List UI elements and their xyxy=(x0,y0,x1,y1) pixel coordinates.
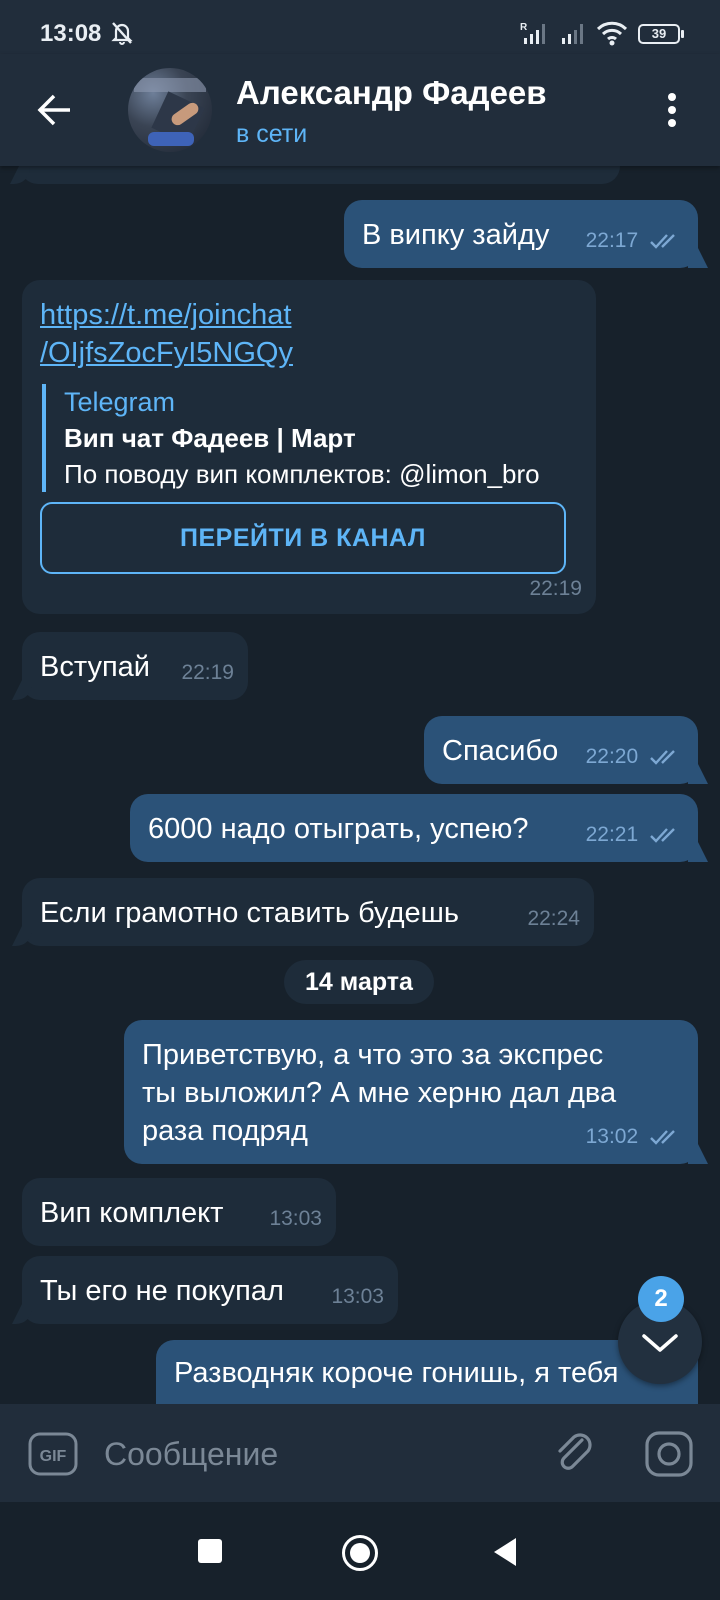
double-check-icon xyxy=(650,1130,675,1146)
double-check-icon xyxy=(650,234,675,250)
wifi-icon xyxy=(596,21,628,46)
message-time: 22:24 xyxy=(527,907,580,930)
message-text: Приветствую, а что это за экспрес ты выл… xyxy=(142,1039,617,1147)
system-nav-bar xyxy=(0,1502,720,1600)
camera-icon[interactable] xyxy=(644,1430,694,1478)
message-text: Разводняк короче гонишь, я тебя xyxy=(174,1357,619,1389)
message-bubble-outgoing[interactable]: Разводняк короче гонишь, я тебя xyxy=(156,1340,698,1404)
open-channel-button[interactable]: ПЕРЕЙТИ В КАНАЛ xyxy=(40,502,566,574)
signal-roaming-icon: R xyxy=(520,22,545,44)
message-bubble-incoming[interactable]: 22:15 xyxy=(20,166,620,184)
message-text: Спасибо xyxy=(442,735,559,767)
attach-icon[interactable] xyxy=(552,1430,598,1478)
recents-button[interactable] xyxy=(198,1539,222,1563)
message-bubble-incoming[interactable]: Ты его не покупал 13:03 xyxy=(22,1256,398,1324)
message-list[interactable]: 22:15 В випку зайду 22:17 https://t.me/j… xyxy=(0,166,720,1404)
contact-avatar[interactable] xyxy=(128,68,212,152)
message-time: 22:20 xyxy=(585,745,639,768)
message-time: 13:03 xyxy=(331,1285,384,1308)
message-bubble-incoming[interactable]: Вступай 22:19 xyxy=(22,632,248,700)
gif-label: GIF xyxy=(40,1448,67,1465)
chat-header: Александр Фадеев в сети xyxy=(0,54,720,166)
message-meta: 22:20 xyxy=(586,738,682,776)
message-input-bar: GIF Сообщение xyxy=(0,1404,720,1502)
message-text: Ты его не покупал xyxy=(40,1275,284,1307)
message-time: 22:21 xyxy=(585,823,639,846)
unread-count-badge: 2 xyxy=(638,1276,684,1322)
message-text: Если грамотно ставить будешь xyxy=(40,897,460,929)
message-text: 6000 надо отыграть, успею? xyxy=(148,813,529,845)
back-arrow-icon[interactable] xyxy=(36,90,76,130)
battery-indicator: 39 xyxy=(638,24,684,44)
message-meta: 13:02 xyxy=(586,1118,682,1156)
message-time: 22:15 xyxy=(545,166,598,178)
gif-icon[interactable]: GIF xyxy=(28,1432,78,1476)
message-meta: 22:21 xyxy=(586,816,682,854)
preview-description: По поводу вип комплектов: @limon_bro xyxy=(64,459,540,489)
message-time: 13:03 xyxy=(269,1207,322,1230)
clock: 13:08 xyxy=(40,20,102,47)
message-meta: 22:17 xyxy=(586,222,682,260)
more-options-icon[interactable] xyxy=(656,90,688,130)
message-bubble-link[interactable]: https://t.me/joinchat /OIjfsZocFyI5NGQy … xyxy=(22,280,596,614)
back-button[interactable] xyxy=(494,1538,516,1566)
link-preview[interactable]: Telegram Вип чат Фадеев | Март По поводу… xyxy=(42,384,562,492)
message-text: Вип комплект xyxy=(40,1197,224,1229)
message-bubble-outgoing[interactable]: В випку зайду 22:17 xyxy=(344,200,698,268)
message-bubble-outgoing[interactable]: Приветствую, а что это за экспрес ты выл… xyxy=(124,1020,698,1164)
notifications-muted-icon xyxy=(111,22,133,45)
message-time: 22:19 xyxy=(529,577,582,600)
message-text: В випку зайду xyxy=(362,219,550,251)
message-time: 13:02 xyxy=(585,1125,639,1148)
date-separator: 14 марта xyxy=(284,960,434,1004)
message-text: Вступай xyxy=(40,651,150,683)
contact-name[interactable]: Александр Фадеев xyxy=(236,74,547,112)
invite-link[interactable]: https://t.me/joinchat /OIjfsZocFyI5NGQy xyxy=(40,296,293,372)
message-bubble-outgoing[interactable]: Спасибо 22:20 xyxy=(424,716,698,784)
signal-icon xyxy=(562,24,583,44)
message-time: 22:17 xyxy=(585,229,639,252)
message-bubble-incoming[interactable]: Если грамотно ставить будешь 22:24 xyxy=(22,878,594,946)
message-bubble-outgoing[interactable]: 6000 надо отыграть, успею? 22:21 xyxy=(130,794,698,862)
preview-title: Вип чат Фадеев | Март xyxy=(64,423,356,453)
status-bar: 13:08 R 39 xyxy=(0,0,720,54)
contact-status: в сети xyxy=(236,120,308,148)
double-check-icon xyxy=(650,750,675,766)
preview-site: Telegram xyxy=(64,387,176,417)
message-time: 22:19 xyxy=(181,661,234,684)
roaming-label: R xyxy=(520,22,528,33)
home-button[interactable] xyxy=(342,1535,378,1571)
message-bubble-incoming[interactable]: Вип комплект 13:03 xyxy=(22,1178,336,1246)
message-input[interactable]: Сообщение xyxy=(104,1436,278,1473)
double-check-icon xyxy=(650,828,675,844)
